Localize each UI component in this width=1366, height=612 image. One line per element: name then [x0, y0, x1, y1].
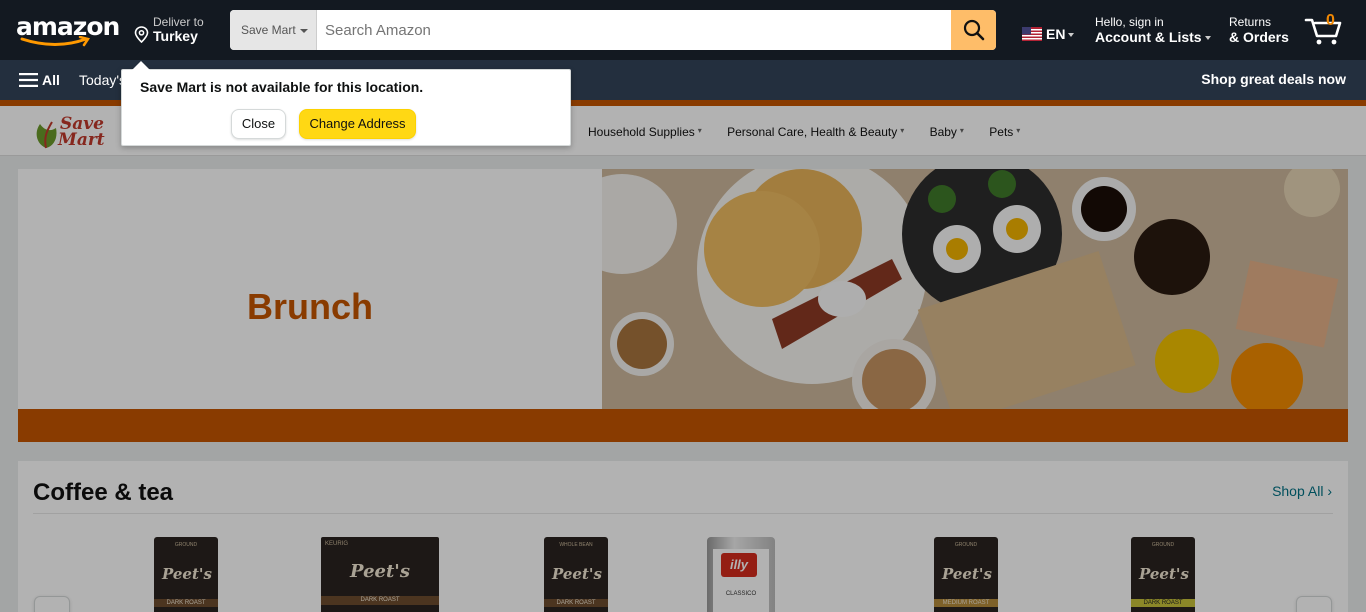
- language-selector[interactable]: EN: [1022, 26, 1075, 42]
- cart-button[interactable]: 0: [1303, 12, 1349, 48]
- all-menu-button[interactable]: All: [19, 72, 60, 88]
- us-flag-icon: [1022, 27, 1042, 41]
- search-icon: [963, 19, 984, 41]
- account-greeting: Hello, sign in: [1095, 15, 1164, 29]
- popover-message: Save Mart is not available for this loca…: [140, 79, 424, 95]
- shop-deals-link[interactable]: Shop great deals now: [1201, 71, 1346, 87]
- modal-backdrop[interactable]: [0, 100, 1366, 612]
- cart-icon: [1304, 18, 1342, 45]
- account-lists-label: Account & Lists: [1095, 29, 1202, 45]
- change-address-button[interactable]: Change Address: [299, 109, 416, 139]
- search-category-select[interactable]: Save Mart: [230, 10, 317, 50]
- location-pin-icon: [134, 26, 149, 43]
- smile-arrow-icon: [20, 36, 91, 47]
- language-code: EN: [1046, 26, 1066, 42]
- caret-down-icon: [1204, 36, 1211, 41]
- caret-down-icon: [1068, 33, 1075, 38]
- deliver-label: Deliver to: [153, 15, 204, 29]
- hamburger-icon: [19, 73, 38, 87]
- deliver-location: Turkey: [153, 28, 198, 44]
- close-button[interactable]: Close: [231, 109, 286, 139]
- caret-down-icon: [299, 28, 308, 33]
- search-bar: Save Mart: [230, 10, 996, 50]
- account-menu[interactable]: Hello, sign in Account & Lists: [1095, 15, 1211, 45]
- search-input[interactable]: [317, 10, 951, 50]
- popover-pointer: [132, 61, 150, 70]
- todays-deals-link[interactable]: Today's: [79, 72, 126, 88]
- top-header: amazon Deliver to Turkey Save Mart Searc…: [0, 0, 1366, 60]
- returns-label: Returns: [1229, 15, 1272, 29]
- search-category-label: Save Mart: [241, 23, 296, 37]
- cart-count: 0: [1326, 12, 1335, 29]
- all-label: All: [42, 72, 60, 88]
- store-unavailable-popover: Save Mart is not available for this loca…: [121, 61, 571, 146]
- returns-orders[interactable]: Returns & Orders: [1229, 15, 1289, 45]
- amazon-logo[interactable]: amazon: [16, 12, 120, 48]
- search-button[interactable]: [951, 10, 996, 50]
- orders-label: & Orders: [1229, 29, 1289, 45]
